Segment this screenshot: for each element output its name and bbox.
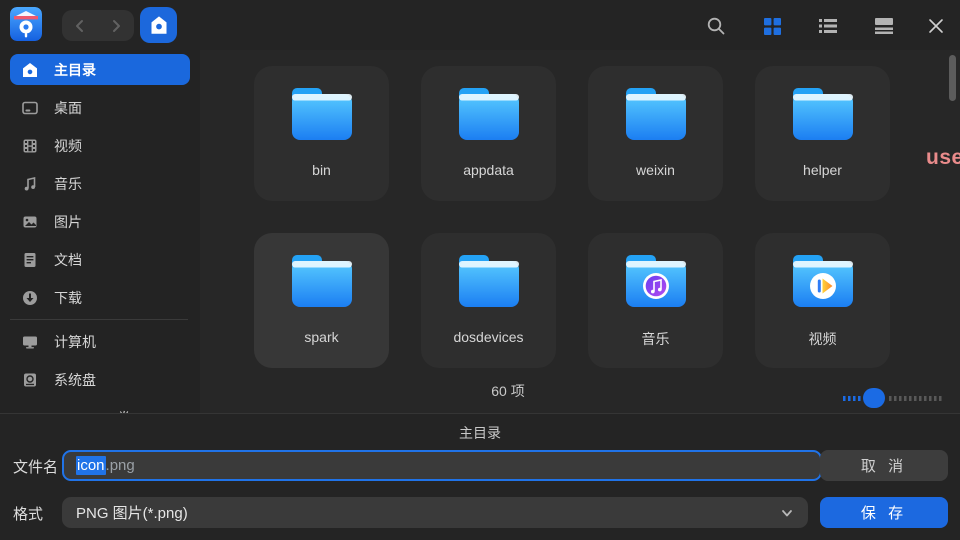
download-icon (22, 290, 38, 306)
filename-selected-text: icon (76, 456, 106, 475)
sidebar-item-label: 系统盘 (54, 370, 96, 390)
close-icon[interactable] (923, 13, 949, 39)
sidebar-item-desktop[interactable]: 桌面 (10, 92, 190, 123)
folder-tile-music[interactable]: 音乐 (588, 233, 723, 368)
navigation-group (62, 10, 134, 41)
sidebar-item-videos[interactable]: 视频 (10, 130, 190, 161)
folder-tile-helper[interactable]: helper (755, 66, 890, 201)
chevron-down-icon (780, 506, 794, 524)
slider-track-active (843, 396, 863, 401)
file-grid: bin appdata weixin helper spark (200, 50, 960, 413)
sidebar-item-downloads[interactable]: 下载 (10, 282, 190, 313)
format-value: PNG 图片(*.png) (76, 502, 188, 523)
document-icon (22, 252, 38, 268)
folder-tile-spark[interactable]: spark (254, 233, 389, 368)
save-button[interactable]: 保 存 (820, 497, 948, 528)
sidebar-item-label: 下载 (54, 288, 82, 308)
app-logo-icon (10, 7, 42, 41)
disk-icon (22, 372, 38, 388)
folder-icon (623, 88, 689, 147)
sidebar-item-music[interactable]: 音乐 (10, 168, 190, 199)
sidebar-item-volume-partial[interactable]: 157.9 GB 卷 (10, 402, 190, 413)
sidebar-item-label: 文档 (54, 250, 82, 270)
desktop-icon (22, 100, 38, 116)
sidebar-item-home[interactable]: 主目录 (10, 54, 190, 85)
forward-button[interactable] (106, 16, 126, 36)
slider-thumb[interactable] (863, 388, 885, 408)
folder-icon (289, 255, 355, 314)
home-button[interactable] (140, 7, 177, 43)
sidebar-item-pictures[interactable]: 图片 (10, 206, 190, 237)
sidebar-item-label: 视频 (54, 136, 82, 156)
folder-name: helper (759, 162, 886, 178)
vertical-scrollbar[interactable] (949, 55, 956, 101)
home-icon (22, 62, 38, 78)
folder-tile-appdata[interactable]: appdata (421, 66, 556, 201)
music-note-icon (22, 176, 38, 192)
sidebar-item-label: 图片 (54, 212, 82, 232)
folder-name: 视频 (759, 329, 886, 349)
folder-tile-dosdevices[interactable]: dosdevices (421, 233, 556, 368)
sidebar: 主目录 桌面 视频 音乐 (0, 50, 200, 413)
format-select[interactable]: PNG 图片(*.png) (62, 497, 808, 528)
sidebar-item-label: 桌面 (54, 98, 82, 118)
sidebar-item-label: 音乐 (54, 174, 82, 194)
folder-name: spark (258, 329, 385, 345)
item-count: 60 项 (200, 381, 816, 401)
folder-icon (289, 88, 355, 147)
detail-view-icon[interactable] (871, 13, 897, 39)
back-button[interactable] (70, 16, 90, 36)
filename-extension: .png (106, 457, 135, 474)
search-icon[interactable] (703, 13, 729, 39)
folder-tile-bin[interactable]: bin (254, 66, 389, 201)
picture-icon (22, 214, 38, 230)
folder-name: weixin (592, 162, 719, 178)
cancel-button[interactable]: 取 消 (820, 450, 948, 481)
computer-icon (22, 334, 38, 350)
folder-name: dosdevices (425, 329, 552, 345)
music-folder-icon (623, 255, 689, 314)
current-location-label: 主目录 (0, 423, 960, 443)
video-folder-icon (790, 255, 856, 314)
folder-icon (456, 88, 522, 147)
folder-name: bin (258, 162, 385, 178)
overlay-red-text: use (926, 146, 960, 170)
list-view-icon[interactable] (815, 13, 841, 39)
icon-size-slider[interactable] (843, 388, 943, 408)
sidebar-item-label: 主目录 (54, 60, 96, 80)
folder-tile-videos[interactable]: 视频 (755, 233, 890, 368)
folder-tile-weixin[interactable]: weixin (588, 66, 723, 201)
sidebar-item-system-disk[interactable]: 系统盘 (10, 364, 190, 395)
sidebar-separator (10, 319, 188, 320)
sidebar-item-label: 计算机 (54, 332, 96, 352)
filename-input[interactable]: icon.png (62, 450, 822, 481)
folder-name: 音乐 (592, 329, 719, 349)
file-save-dialog: 主目录 桌面 视频 音乐 (0, 0, 960, 540)
folder-icon (790, 88, 856, 147)
format-label: 格式 (13, 503, 43, 524)
grid-view-icon[interactable] (759, 13, 785, 39)
titlebar (0, 0, 960, 50)
sidebar-item-computer[interactable]: 计算机 (10, 326, 190, 357)
folder-icon (456, 255, 522, 314)
sidebar-item-documents[interactable]: 文档 (10, 244, 190, 275)
slider-track (889, 396, 943, 401)
film-icon (22, 138, 38, 154)
folder-name: appdata (425, 162, 552, 178)
save-panel: 主目录 文件名 icon.png 取 消 格式 PNG 图片(*.png) 保 … (0, 413, 960, 540)
filename-label: 文件名 (13, 456, 58, 477)
